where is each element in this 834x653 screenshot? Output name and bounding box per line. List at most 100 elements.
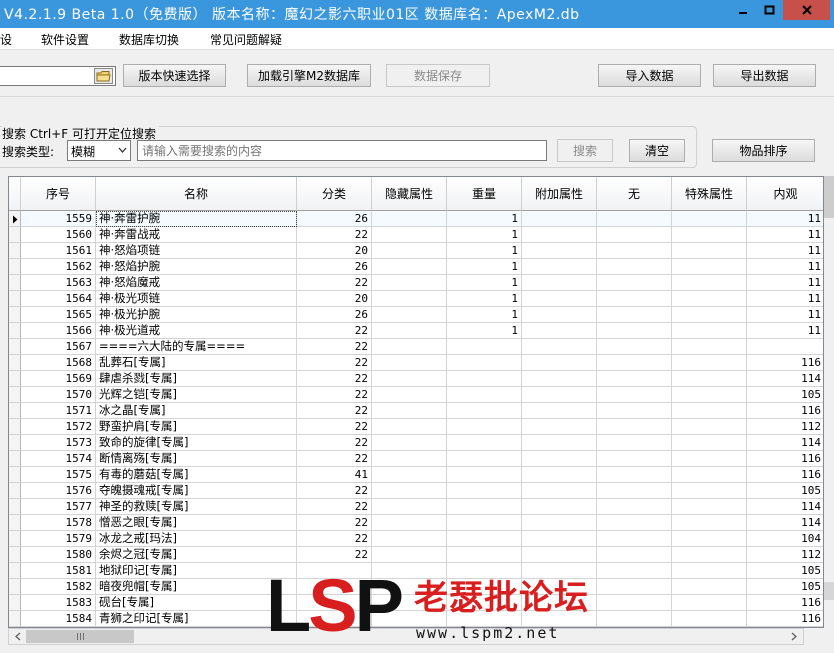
cell-id[interactable]: 1582	[21, 579, 96, 595]
cell-special-attr[interactable]	[672, 355, 747, 371]
cell-special-attr[interactable]	[672, 579, 747, 595]
cell-name[interactable]: 冰之晶[专属]	[96, 403, 297, 419]
cell-special-attr[interactable]	[672, 483, 747, 499]
cell-special-attr[interactable]	[672, 435, 747, 451]
cell-none[interactable]	[597, 227, 672, 243]
row-header[interactable]	[9, 419, 21, 435]
cell-appearance[interactable]	[747, 339, 823, 355]
cell-extra-attr[interactable]	[522, 275, 597, 291]
row-header[interactable]	[9, 291, 21, 307]
cell-special-attr[interactable]	[672, 323, 747, 339]
row-header[interactable]	[9, 371, 21, 387]
cell-appearance[interactable]: 11	[747, 259, 823, 275]
cell-name[interactable]: 神·奔雷护腕	[96, 211, 297, 227]
cell-extra-attr[interactable]	[522, 419, 597, 435]
cell-appearance[interactable]: 11	[747, 211, 823, 227]
cell-id[interactable]: 1566	[21, 323, 96, 339]
cell-id[interactable]: 1583	[21, 595, 96, 611]
cell-id[interactable]: 1560	[21, 227, 96, 243]
item-data-grid[interactable]: 序号 名称 分类 隐藏属性 重量 附加属性无特殊属性 内观 1559 神·奔雷护腕 26 1 11 15…	[8, 176, 824, 628]
cell-category[interactable]: 22	[297, 275, 372, 291]
maximize-button[interactable]	[756, 0, 783, 20]
horizontal-scroll-thumb[interactable]	[26, 630, 134, 643]
cell-id[interactable]: 1559	[21, 211, 96, 227]
table-row[interactable]: 1562 神·怒焰护腕 26 1 11	[9, 259, 823, 275]
row-header[interactable]	[9, 307, 21, 323]
cell-weight[interactable]	[447, 403, 522, 419]
cell-name[interactable]: 神圣的救赎[专属]	[96, 499, 297, 515]
cell-category[interactable]: 22	[297, 403, 372, 419]
row-header[interactable]	[9, 355, 21, 371]
cell-id[interactable]: 1569	[21, 371, 96, 387]
cell-weight[interactable]	[447, 515, 522, 531]
cell-hidden-attr[interactable]	[372, 387, 447, 403]
cell-category[interactable]: 22	[297, 387, 372, 403]
row-header[interactable]	[9, 611, 21, 627]
table-row[interactable]: 1560 神·奔雷战戒 22 1 11	[9, 227, 823, 243]
cell-category[interactable]: 22	[297, 371, 372, 387]
cell-appearance[interactable]: 105	[747, 483, 823, 499]
cell-none[interactable]	[597, 291, 672, 307]
cell-appearance[interactable]: 116	[747, 595, 823, 611]
row-header[interactable]	[9, 499, 21, 515]
cell-special-attr[interactable]	[672, 419, 747, 435]
row-header[interactable]	[9, 227, 21, 243]
row-header[interactable]	[9, 243, 21, 259]
grid-header-col-appearance[interactable]: 内观	[747, 177, 823, 211]
scroll-right-arrow[interactable]	[786, 629, 802, 644]
cell-weight[interactable]	[447, 339, 522, 355]
grid-header-col-category[interactable]: 分类	[297, 177, 372, 211]
row-header[interactable]	[9, 595, 21, 611]
cell-name[interactable]: 野蛮护肩[专属]	[96, 419, 297, 435]
load-m2-database-button[interactable]: 加载引擎M2数据库	[247, 64, 371, 87]
minimize-button[interactable]	[729, 0, 756, 20]
cell-special-attr[interactable]	[672, 243, 747, 259]
table-row[interactable]: 1576 夺魄摄魂戒[专属] 22 105	[9, 483, 823, 499]
cell-category[interactable]: 22	[297, 355, 372, 371]
cell-weight[interactable]: 1	[447, 291, 522, 307]
cell-category[interactable]: 22	[297, 515, 372, 531]
cell-weight[interactable]	[447, 467, 522, 483]
cell-extra-attr[interactable]	[522, 435, 597, 451]
table-row[interactable]: 1565 神·极光护腕 26 1 11	[9, 307, 823, 323]
grid-header-col-special-attr[interactable]: 特殊属性	[672, 177, 747, 211]
cell-weight[interactable]: 1	[447, 275, 522, 291]
cell-extra-attr[interactable]	[522, 323, 597, 339]
cell-id[interactable]: 1572	[21, 419, 96, 435]
cell-id[interactable]: 1563	[21, 275, 96, 291]
cell-appearance[interactable]: 11	[747, 291, 823, 307]
cell-hidden-attr[interactable]	[372, 483, 447, 499]
cell-special-attr[interactable]	[672, 291, 747, 307]
cell-extra-attr[interactable]	[522, 515, 597, 531]
cell-extra-attr[interactable]	[522, 547, 597, 563]
row-header[interactable]	[9, 339, 21, 355]
cell-appearance[interactable]: 116	[747, 451, 823, 467]
cell-none[interactable]	[597, 611, 672, 627]
version-quick-select-button[interactable]: 版本快速选择	[123, 64, 226, 87]
cell-category[interactable]: 22	[297, 483, 372, 499]
cell-category[interactable]: 22	[297, 339, 372, 355]
table-row[interactable]: 1574 断情离殇[专属] 22 116	[9, 451, 823, 467]
cell-appearance[interactable]: 114	[747, 499, 823, 515]
grid-header-col-name[interactable]: 名称	[96, 177, 297, 211]
cell-id[interactable]: 1577	[21, 499, 96, 515]
cell-category[interactable]: 22	[297, 227, 372, 243]
row-header[interactable]	[9, 259, 21, 275]
cell-name[interactable]: 神·怒焰魔戒	[96, 275, 297, 291]
cell-weight[interactable]	[447, 355, 522, 371]
cell-category[interactable]: 22	[297, 419, 372, 435]
cell-name[interactable]: 乱葬石[专属]	[96, 355, 297, 371]
cell-extra-attr[interactable]	[522, 227, 597, 243]
cell-category[interactable]: 41	[297, 467, 372, 483]
cell-special-attr[interactable]	[672, 259, 747, 275]
cell-name[interactable]: 神·极光道戒	[96, 323, 297, 339]
vertical-scroll-thumb[interactable]	[824, 176, 834, 218]
cell-name[interactable]: 肆虐杀戮[专属]	[96, 371, 297, 387]
table-row[interactable]: 1572 野蛮护肩[专属] 22 112	[9, 419, 823, 435]
cell-hidden-attr[interactable]	[372, 515, 447, 531]
cell-extra-attr[interactable]	[522, 467, 597, 483]
table-row[interactable]: 1579 冰龙之戒[玛法] 22 104	[9, 531, 823, 547]
cell-hidden-attr[interactable]	[372, 403, 447, 419]
row-header[interactable]	[9, 515, 21, 531]
cell-hidden-attr[interactable]	[372, 499, 447, 515]
